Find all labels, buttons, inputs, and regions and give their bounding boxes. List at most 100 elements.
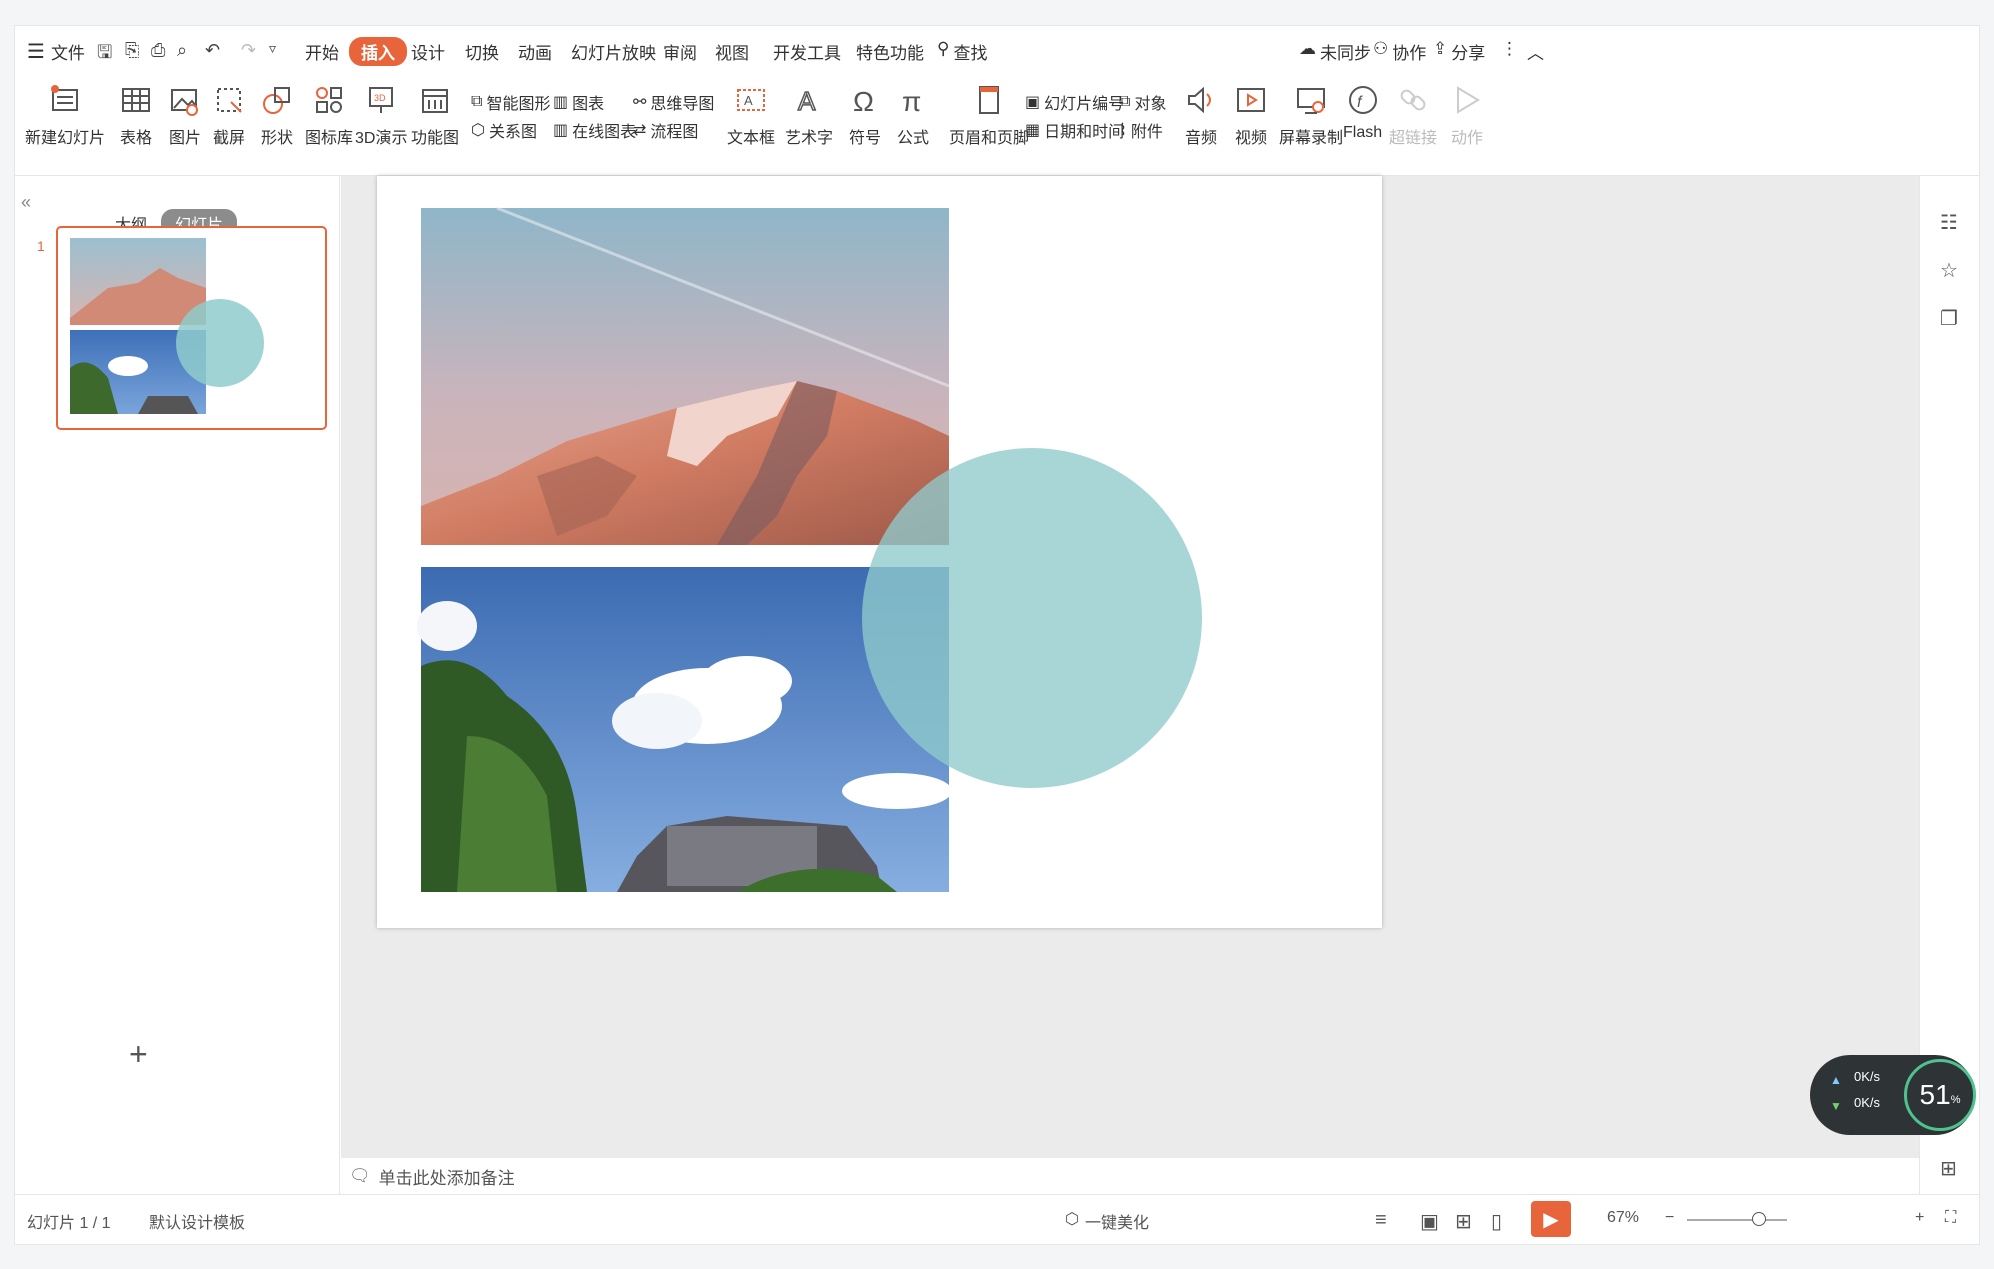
zoom-slider[interactable] (1687, 1219, 1787, 1221)
tab-design[interactable]: 设计 (411, 39, 445, 64)
cpu-gauge[interactable]: 51 % (1904, 1059, 1976, 1131)
upload-arrow-icon: ▲ (1830, 1073, 1842, 1087)
print-icon[interactable]: ⎙ (151, 40, 165, 61)
picture-button[interactable]: 图片 (167, 82, 203, 148)
redo-icon[interactable]: ↷ (241, 40, 256, 61)
tab-slideshow[interactable]: 幻灯片放映 (571, 39, 656, 64)
date-time-button[interactable]: ▦ 日期和时间 (1025, 118, 1124, 142)
screen-record-icon (1297, 88, 1325, 114)
action-button[interactable]: 动作 (1449, 82, 1485, 148)
svg-text:Ω: Ω (853, 86, 874, 117)
formula-button[interactable]: π 公式 (895, 82, 931, 148)
tab-view[interactable]: 视图 (715, 39, 749, 64)
bar-chart-icon: ▥ (553, 94, 569, 111)
zoom-slider-thumb[interactable] (1752, 1212, 1766, 1226)
zoom-level[interactable]: 67% (1607, 1209, 1639, 1227)
normal-view-icon[interactable]: ▣ (1420, 1209, 1439, 1234)
mindmap-button[interactable]: ⚯ 思维导图 (633, 90, 714, 114)
teal-circle (862, 448, 1202, 788)
notes-bar[interactable]: 🗨 单击此处添加备注 (341, 1158, 1921, 1194)
notes-toggle-icon[interactable]: ≡ (1375, 1209, 1387, 1232)
file-menu[interactable]: ☰ 文件 (27, 39, 85, 64)
play-icon (1457, 86, 1480, 114)
zoom-in-icon[interactable]: + (1915, 1209, 1924, 1227)
symbol-button[interactable]: Ω 符号 (847, 82, 883, 148)
new-slide-button[interactable]: 新建幻灯片 (25, 82, 105, 148)
attachment-button[interactable]: ⌇ 附件 (1119, 118, 1163, 142)
audio-button[interactable]: 音频 (1183, 82, 1219, 148)
screen-record-button[interactable]: 屏幕录制 (1279, 82, 1343, 148)
share-icon: ⇪ (1433, 39, 1448, 58)
upload-speed: 0K/s (1854, 1069, 1881, 1084)
screenshot-button[interactable]: 截屏 (211, 82, 247, 148)
tab-insert[interactable]: 插入 (349, 37, 407, 66)
omega-icon: Ω (853, 86, 874, 117)
undo-icon[interactable]: ↶ (205, 40, 220, 61)
shape-button[interactable]: 形状 (259, 82, 295, 148)
customize-quick-access-icon[interactable]: ▿ (269, 40, 276, 57)
cube-icon: ⬡ (1065, 1211, 1079, 1228)
collapse-ribbon-icon[interactable]: ︿ (1527, 39, 1544, 64)
svg-text:A: A (744, 93, 753, 108)
print-preview-icon[interactable]: ⌕ (177, 40, 187, 61)
chart-button[interactable]: ▥ 图表 (553, 90, 604, 114)
cloud-icon: ☁ (1299, 39, 1316, 58)
textbox-icon: A (737, 89, 765, 111)
tab-special[interactable]: 特色功能 (856, 39, 924, 64)
sorter-view-icon[interactable]: ⊞ (1455, 1209, 1472, 1234)
tab-start[interactable]: 开始 (305, 39, 339, 64)
icon-library-button[interactable]: 图标库 (305, 82, 353, 148)
speaker-icon (1188, 86, 1211, 114)
star-icon[interactable]: ☆ (1940, 258, 1958, 283)
flowchart-button[interactable]: ⇄ 流程图 (633, 118, 698, 142)
object-icon: ⧉ (1119, 93, 1131, 110)
textbox-button[interactable]: A 文本框 (727, 82, 775, 148)
tab-animation[interactable]: 动画 (518, 39, 552, 64)
collapse-pane-icon[interactable]: « (21, 192, 31, 213)
slide-number-button[interactable]: ▣ 幻灯片编号 (1025, 90, 1124, 114)
tab-transition[interactable]: 切换 (465, 39, 499, 64)
template-name[interactable]: 默认设计模板 (149, 1209, 245, 1233)
settings-sliders-icon[interactable]: ☷ (1940, 210, 1958, 235)
share-button[interactable]: ⇪ 分享 (1433, 39, 1485, 64)
comment-icon[interactable]: ❐ (1940, 306, 1958, 331)
beautify-button[interactable]: ⬡ 一键美化 (1065, 1209, 1149, 1233)
collab-button[interactable]: ⚇ 协作 (1373, 39, 1426, 64)
object-button[interactable]: ⧉ 对象 (1119, 90, 1166, 114)
flash-icon: f (1348, 86, 1377, 114)
function-chart-button[interactable]: 功能图 (411, 82, 459, 148)
relation-button[interactable]: ⬡ 关系图 (471, 118, 537, 142)
video-button[interactable]: 视频 (1233, 82, 1269, 148)
smart-shape-button[interactable]: ⧉ 智能图形 (471, 90, 550, 114)
slide[interactable] (377, 176, 1382, 928)
slide-number-icon: ▣ (1025, 94, 1041, 111)
wordart-button[interactable]: A 艺术字 (785, 82, 833, 148)
pi-icon: π (902, 86, 921, 117)
play-slideshow-icon[interactable]: ▶ (1531, 1201, 1571, 1237)
search-box[interactable]: ⚲ 查找 (937, 39, 987, 64)
tab-review[interactable]: 审阅 (663, 39, 697, 64)
online-chart-button[interactable]: ▥ 在线图表 (553, 118, 636, 142)
fit-window-icon[interactable]: ⛶ (1945, 1209, 1956, 1227)
grid-icon[interactable]: ⊞ (1940, 1156, 1957, 1181)
wordart-icon: A (797, 85, 817, 117)
zoom-out-icon[interactable]: − (1665, 1209, 1674, 1227)
add-slide-icon[interactable]: + (129, 1036, 148, 1073)
mountain-photo (421, 206, 950, 545)
video-icon (1237, 88, 1265, 112)
download-arrow-icon: ▼ (1830, 1099, 1842, 1113)
calendar-icon: ▦ (1025, 122, 1041, 139)
flash-button[interactable]: f Flash (1343, 82, 1382, 142)
header-footer-button[interactable]: 页眉和页脚 (949, 82, 1029, 148)
slide-thumbnail[interactable] (56, 226, 327, 430)
table-button[interactable]: 表格 (118, 82, 154, 148)
demo3d-button[interactable]: 3D 3D演示 (355, 82, 407, 148)
sync-button[interactable]: ☁ 未同步 (1299, 39, 1371, 64)
tab-developer[interactable]: 开发工具 (773, 39, 841, 64)
reading-view-icon[interactable]: ▯ (1491, 1209, 1502, 1234)
svg-text:π: π (902, 86, 921, 117)
more-icon[interactable]: ⋮ (1501, 39, 1518, 59)
save-icon[interactable]: 🖫 (97, 40, 112, 70)
hyperlink-button[interactable]: 超链接 (1389, 82, 1437, 148)
format-painter-icon[interactable]: ⎘ (125, 40, 139, 61)
